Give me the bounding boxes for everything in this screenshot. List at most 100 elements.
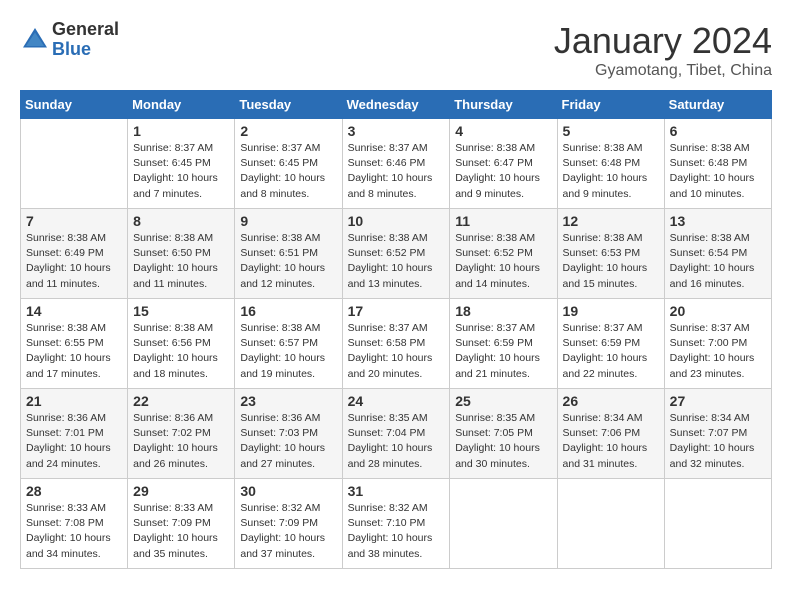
calendar-cell: 17Sunrise: 8:37 AMSunset: 6:58 PMDayligh… <box>342 299 450 389</box>
day-number: 31 <box>348 483 445 499</box>
page-header: General Blue January 2024 Gyamotang, Tib… <box>20 20 772 80</box>
calendar-cell: 21Sunrise: 8:36 AMSunset: 7:01 PMDayligh… <box>21 389 128 479</box>
day-number: 19 <box>563 303 659 319</box>
calendar-cell: 30Sunrise: 8:32 AMSunset: 7:09 PMDayligh… <box>235 479 342 569</box>
calendar-cell <box>557 479 664 569</box>
calendar-cell: 23 Sunrise: 8:36 AMSunset: 7:03 PMDayligh… <box>235 389 342 479</box>
calendar-cell: 4 Sunrise: 8:38 AMSunset: 6:47 PMDaylight… <box>450 119 557 209</box>
calendar-cell: 20Sunrise: 8:37 AMSunset: 7:00 PMDayligh… <box>664 299 771 389</box>
calendar-cell: 10 Sunrise: 8:38 AMSunset: 6:52 PMDayligh… <box>342 209 450 299</box>
calendar-cell: 22Sunrise: 8:36 AMSunset: 7:02 PMDayligh… <box>128 389 235 479</box>
day-number: 11 <box>455 213 551 229</box>
calendar-cell <box>21 119 128 209</box>
calendar-week-row: 14 Sunrise: 8:38 AMSunset: 6:55 PMDayligh… <box>21 299 772 389</box>
calendar-cell: 27 Sunrise: 8:34 AMSunset: 7:07 PMDayligh… <box>664 389 771 479</box>
day-number: 26 <box>563 393 659 409</box>
day-of-week-header: Sunday <box>21 91 128 119</box>
calendar-cell: 29 Sunrise: 8:33 AMSunset: 7:09 PMDayligh… <box>128 479 235 569</box>
day-info: Sunrise: 8:38 AMSunset: 6:49 PMDaylight:… <box>26 231 122 292</box>
day-info: Sunrise: 8:33 AMSunset: 7:09 PMDaylight:… <box>133 501 229 562</box>
calendar-cell: 14 Sunrise: 8:38 AMSunset: 6:55 PMDayligh… <box>21 299 128 389</box>
month-title: January 2024 <box>554 20 772 62</box>
day-number: 6 <box>670 123 766 139</box>
calendar-table: SundayMondayTuesdayWednesdayThursdayFrid… <box>20 90 772 569</box>
calendar-cell: 31 Sunrise: 8:32 AMSunset: 7:10 PMDayligh… <box>342 479 450 569</box>
day-info: Sunrise: 8:36 AMSunset: 7:03 PMDaylight:… <box>240 411 336 472</box>
day-of-week-header: Saturday <box>664 91 771 119</box>
calendar-cell: 25 Sunrise: 8:35 AMSunset: 7:05 PMDayligh… <box>450 389 557 479</box>
day-info: Sunrise: 8:34 AMSunset: 7:07 PMDaylight:… <box>670 411 766 472</box>
day-number: 1 <box>133 123 229 139</box>
calendar-cell: 12Sunrise: 8:38 AMSunset: 6:53 PMDayligh… <box>557 209 664 299</box>
day-number: 7 <box>26 213 122 229</box>
day-info: Sunrise: 8:38 AMSunset: 6:55 PMDaylight:… <box>26 321 122 382</box>
day-number: 9 <box>240 213 336 229</box>
day-info: Sunrise: 8:35 AMSunset: 7:05 PMDaylight:… <box>455 411 551 472</box>
calendar-cell: 19 Sunrise: 8:37 AMSunset: 6:59 PMDayligh… <box>557 299 664 389</box>
calendar-cell: 26Sunrise: 8:34 AMSunset: 7:06 PMDayligh… <box>557 389 664 479</box>
day-info: Sunrise: 8:37 AMSunset: 6:46 PMDaylight:… <box>348 141 445 202</box>
day-number: 30 <box>240 483 336 499</box>
calendar-cell: 1Sunrise: 8:37 AMSunset: 6:45 PMDaylight… <box>128 119 235 209</box>
day-info: Sunrise: 8:35 AMSunset: 7:04 PMDaylight:… <box>348 411 445 472</box>
calendar-cell: 9 Sunrise: 8:38 AMSunset: 6:51 PMDaylight… <box>235 209 342 299</box>
day-number: 5 <box>563 123 659 139</box>
day-info: Sunrise: 8:37 AMSunset: 6:59 PMDaylight:… <box>563 321 659 382</box>
day-info: Sunrise: 8:38 AMSunset: 6:57 PMDaylight:… <box>240 321 336 382</box>
day-number: 8 <box>133 213 229 229</box>
location-subtitle: Gyamotang, Tibet, China <box>554 62 772 80</box>
day-info: Sunrise: 8:38 AMSunset: 6:54 PMDaylight:… <box>670 231 766 292</box>
day-number: 4 <box>455 123 551 139</box>
day-number: 22 <box>133 393 229 409</box>
calendar-week-row: 28Sunrise: 8:33 AMSunset: 7:08 PMDayligh… <box>21 479 772 569</box>
calendar-week-row: 1Sunrise: 8:37 AMSunset: 6:45 PMDaylight… <box>21 119 772 209</box>
day-of-week-header: Tuesday <box>235 91 342 119</box>
calendar-cell: 16 Sunrise: 8:38 AMSunset: 6:57 PMDayligh… <box>235 299 342 389</box>
day-number: 18 <box>455 303 551 319</box>
calendar-week-row: 7 Sunrise: 8:38 AMSunset: 6:49 PMDaylight… <box>21 209 772 299</box>
day-number: 14 <box>26 303 122 319</box>
calendar-cell: 8Sunrise: 8:38 AMSunset: 6:50 PMDaylight… <box>128 209 235 299</box>
calendar-cell: 11 Sunrise: 8:38 AMSunset: 6:52 PMDayligh… <box>450 209 557 299</box>
logo-general-text: General <box>52 20 119 40</box>
day-info: Sunrise: 8:38 AMSunset: 6:52 PMDaylight:… <box>348 231 445 292</box>
day-number: 25 <box>455 393 551 409</box>
day-info: Sunrise: 8:38 AMSunset: 6:52 PMDaylight:… <box>455 231 551 292</box>
calendar-cell: 2Sunrise: 8:37 AMSunset: 6:45 PMDaylight… <box>235 119 342 209</box>
day-number: 23 <box>240 393 336 409</box>
day-info: Sunrise: 8:38 AMSunset: 6:48 PMDaylight:… <box>670 141 766 202</box>
logo-blue-text: Blue <box>52 40 119 60</box>
calendar-cell: 13Sunrise: 8:38 AMSunset: 6:54 PMDayligh… <box>664 209 771 299</box>
day-number: 27 <box>670 393 766 409</box>
title-section: January 2024 Gyamotang, Tibet, China <box>554 20 772 80</box>
day-number: 29 <box>133 483 229 499</box>
calendar-header-row: SundayMondayTuesdayWednesdayThursdayFrid… <box>21 91 772 119</box>
calendar-cell: 6 Sunrise: 8:38 AMSunset: 6:48 PMDaylight… <box>664 119 771 209</box>
day-of-week-header: Wednesday <box>342 91 450 119</box>
day-info: Sunrise: 8:32 AMSunset: 7:10 PMDaylight:… <box>348 501 445 562</box>
logo: General Blue <box>20 20 119 60</box>
day-of-week-header: Thursday <box>450 91 557 119</box>
day-number: 28 <box>26 483 122 499</box>
day-number: 21 <box>26 393 122 409</box>
calendar-week-row: 21Sunrise: 8:36 AMSunset: 7:01 PMDayligh… <box>21 389 772 479</box>
calendar-cell: 28Sunrise: 8:33 AMSunset: 7:08 PMDayligh… <box>21 479 128 569</box>
calendar-cell: 15Sunrise: 8:38 AMSunset: 6:56 PMDayligh… <box>128 299 235 389</box>
calendar-cell: 5Sunrise: 8:38 AMSunset: 6:48 PMDaylight… <box>557 119 664 209</box>
day-number: 12 <box>563 213 659 229</box>
calendar-cell: 7 Sunrise: 8:38 AMSunset: 6:49 PMDaylight… <box>21 209 128 299</box>
logo-icon <box>20 25 50 55</box>
calendar-cell: 24Sunrise: 8:35 AMSunset: 7:04 PMDayligh… <box>342 389 450 479</box>
day-number: 10 <box>348 213 445 229</box>
day-info: Sunrise: 8:38 AMSunset: 6:56 PMDaylight:… <box>133 321 229 382</box>
day-info: Sunrise: 8:37 AMSunset: 6:59 PMDaylight:… <box>455 321 551 382</box>
calendar-cell: 18 Sunrise: 8:37 AMSunset: 6:59 PMDayligh… <box>450 299 557 389</box>
day-number: 20 <box>670 303 766 319</box>
day-number: 3 <box>348 123 445 139</box>
day-number: 17 <box>348 303 445 319</box>
day-info: Sunrise: 8:38 AMSunset: 6:47 PMDaylight:… <box>455 141 551 202</box>
day-number: 16 <box>240 303 336 319</box>
day-number: 2 <box>240 123 336 139</box>
day-info: Sunrise: 8:38 AMSunset: 6:51 PMDaylight:… <box>240 231 336 292</box>
calendar-cell <box>450 479 557 569</box>
